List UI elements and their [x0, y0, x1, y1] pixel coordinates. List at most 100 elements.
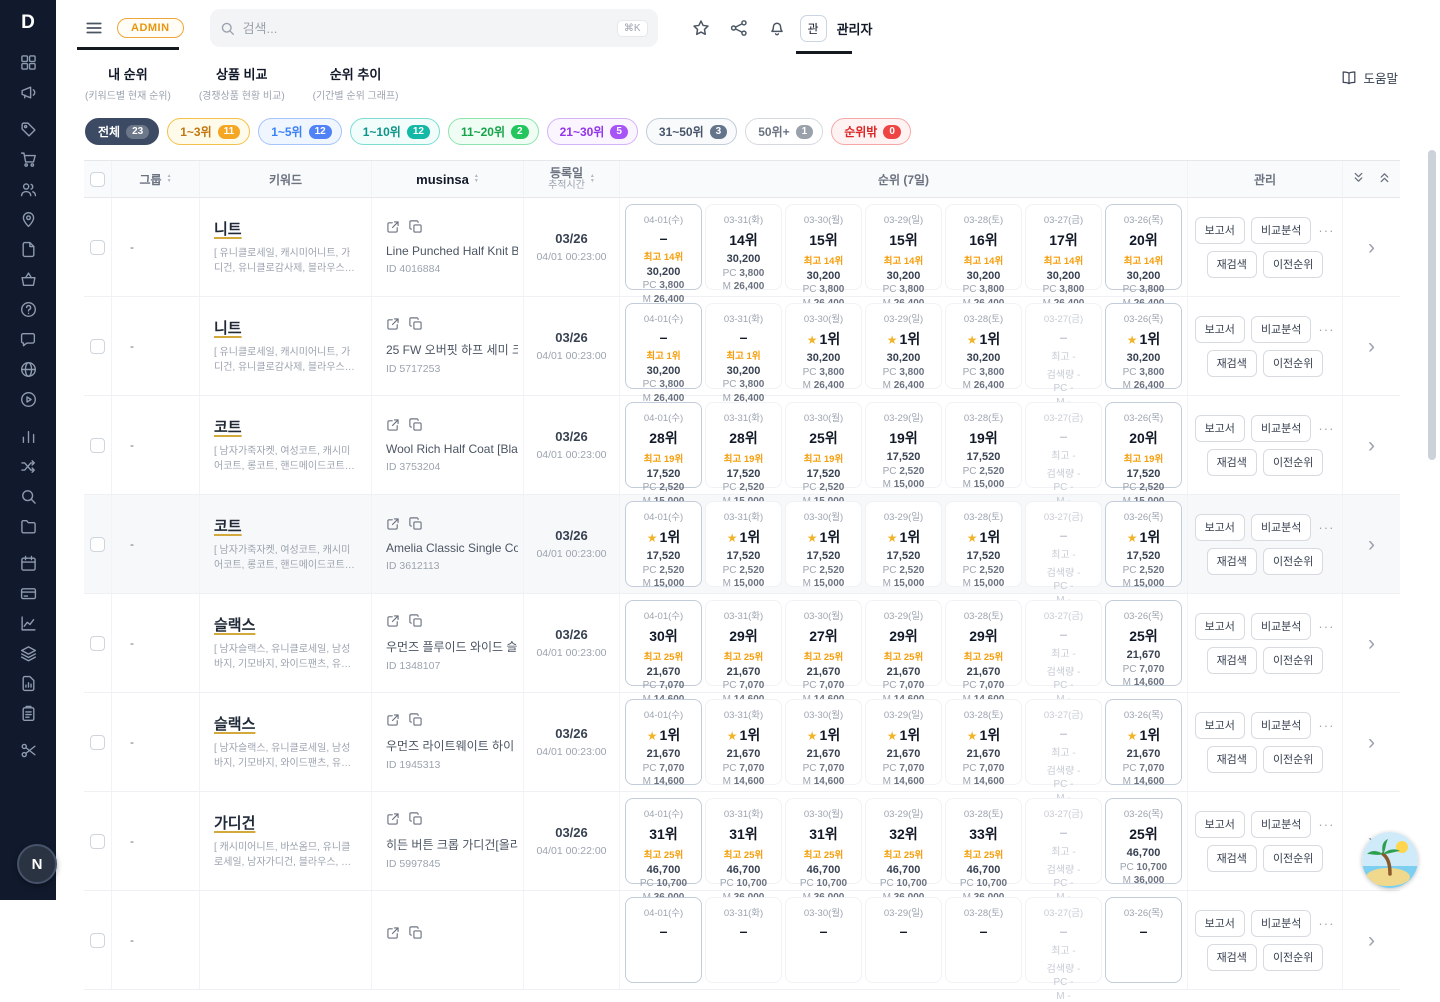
- compare-button[interactable]: 비교분석: [1251, 811, 1311, 838]
- report-button[interactable]: 보고서: [1195, 217, 1245, 244]
- report-button[interactable]: 보고서: [1195, 613, 1245, 640]
- rank-cell[interactable]: 03-31(화)31위최고 25위46,700PC 10,700M 36,000: [705, 798, 782, 884]
- tab-2[interactable]: 상품 비교(경쟁상품 현황 비교): [199, 64, 285, 102]
- more-button[interactable]: ···: [1317, 322, 1335, 337]
- sidebar-item-layers[interactable]: [11, 641, 45, 666]
- compare-button[interactable]: 비교분석: [1251, 415, 1311, 442]
- row-expand-chevron[interactable]: ›: [1368, 930, 1375, 951]
- user-menu[interactable]: 관 관리자: [800, 15, 873, 42]
- rank-cell[interactable]: 03-27(금)–최고 -검색량 -PC -M -: [1025, 699, 1102, 785]
- sidebar-item-calendar[interactable]: [11, 551, 45, 576]
- prev-rank-button[interactable]: 이전순위: [1263, 548, 1323, 575]
- sidebar-item-line-chart[interactable]: [11, 611, 45, 636]
- sidebar-item-promotion-tag[interactable]: [11, 117, 45, 142]
- more-button[interactable]: ···: [1317, 718, 1335, 733]
- sidebar-item-folder[interactable]: [11, 514, 45, 539]
- report-button[interactable]: 보고서: [1195, 415, 1245, 442]
- copy-icon[interactable]: [409, 418, 423, 435]
- prev-rank-button[interactable]: 이전순위: [1263, 746, 1323, 773]
- copy-icon[interactable]: [409, 317, 423, 334]
- sidebar-item-globe[interactable]: [11, 357, 45, 382]
- copy-icon[interactable]: [409, 517, 423, 534]
- sidebar-item-play[interactable]: [11, 387, 45, 412]
- external-link-icon[interactable]: [386, 418, 400, 435]
- app-logo[interactable]: D: [21, 12, 35, 34]
- copy-icon[interactable]: [409, 614, 423, 631]
- filter-chip-9[interactable]: 순위밖0: [831, 118, 911, 145]
- more-button[interactable]: ···: [1317, 916, 1335, 931]
- recheck-button[interactable]: 재검색: [1207, 845, 1257, 872]
- row-checkbox[interactable]: [90, 438, 105, 453]
- palm-widget[interactable]: [1362, 832, 1418, 888]
- rank-cell[interactable]: 03-31(화)–최고 1위30,200PC 3,800M 26,400: [705, 303, 782, 389]
- report-button[interactable]: 보고서: [1195, 910, 1245, 937]
- keyword-column-header[interactable]: 키워드: [269, 171, 302, 188]
- rank-cell[interactable]: 03-27(금)–최고 -검색량 -PC -M -: [1025, 600, 1102, 686]
- regdate-column-header[interactable]: 등록일: [550, 166, 583, 180]
- rank-cell[interactable]: 03-29(일)32위최고 25위46,700PC 10,700M 36,000: [865, 798, 942, 884]
- rank-cell[interactable]: 03-30(월)★1위17,520PC 2,520M 15,000: [785, 501, 862, 587]
- sidebar-item-order-basket[interactable]: [11, 267, 45, 292]
- rank-cell[interactable]: 03-26(목)–: [1105, 897, 1182, 983]
- filter-chip-7[interactable]: 31~50위3: [646, 118, 737, 145]
- rank-cell[interactable]: 04-01(수)31위최고 25위46,700PC 10,700M 36,000: [625, 798, 702, 884]
- rank-cell[interactable]: 03-31(화)28위최고 19위17,520PC 2,520M 15,000: [705, 402, 782, 488]
- prev-rank-button[interactable]: 이전순위: [1263, 350, 1323, 377]
- filter-chip-5[interactable]: 11~20위2: [448, 118, 539, 145]
- help-button[interactable]: 도움말: [1341, 68, 1398, 87]
- rank-cell[interactable]: 04-01(수)30위최고 25위21,670PC 7,070M 14,600: [625, 600, 702, 686]
- rank-cell[interactable]: 03-31(화)★1위21,670PC 7,070M 14,600: [705, 699, 782, 785]
- rank-cell[interactable]: 04-01(수)★1위21,670PC 7,070M 14,600: [625, 699, 702, 785]
- compare-button[interactable]: 비교분석: [1251, 316, 1311, 343]
- sidebar-item-shuffle[interactable]: [11, 454, 45, 479]
- prev-rank-button[interactable]: 이전순위: [1263, 449, 1323, 476]
- sort-icon[interactable]: ▲▼: [167, 174, 172, 184]
- rank-cell[interactable]: 03-30(월)★1위30,200PC 3,800M 26,400: [785, 303, 862, 389]
- sidebar-item-help-circle[interactable]: [11, 297, 45, 322]
- row-checkbox[interactable]: [90, 537, 105, 552]
- rank-cell[interactable]: 04-01(수)–최고 14위30,200PC 3,800M 26,400: [625, 204, 702, 290]
- sidebar-item-shopping-cart[interactable]: [11, 147, 45, 172]
- rank-cell[interactable]: 03-29(일)★1위17,520PC 2,520M 15,000: [865, 501, 942, 587]
- sidebar-item-card[interactable]: [11, 581, 45, 606]
- search-input[interactable]: [243, 21, 609, 36]
- row-checkbox[interactable]: [90, 735, 105, 750]
- sidebar-item-document[interactable]: [11, 237, 45, 262]
- compare-button[interactable]: 비교분석: [1251, 712, 1311, 739]
- more-button[interactable]: ···: [1317, 817, 1335, 832]
- sidebar-item-megaphone[interactable]: [11, 80, 45, 105]
- rank-cell[interactable]: 03-30(월)–: [785, 897, 862, 983]
- keyword-link[interactable]: 슬랙스: [214, 713, 255, 734]
- rank-cell[interactable]: 04-01(수)–최고 1위30,200PC 3,800M 26,400: [625, 303, 702, 389]
- row-checkbox[interactable]: [90, 636, 105, 651]
- prev-rank-button[interactable]: 이전순위: [1263, 845, 1323, 872]
- search-box[interactable]: ⌘K: [210, 9, 658, 47]
- rank-cell[interactable]: 03-26(목)25위46,700PC 10,700M 36,000: [1105, 798, 1182, 884]
- report-button[interactable]: 보고서: [1195, 811, 1245, 838]
- sidebar-item-scissors[interactable]: [11, 738, 45, 763]
- rank-cell[interactable]: 04-01(수)–: [625, 897, 702, 983]
- rank-cell[interactable]: 03-29(일)★1위30,200PC 3,800M 26,400: [865, 303, 942, 389]
- tab-1[interactable]: 내 순위(키워드별 현재 순위): [85, 64, 171, 102]
- filter-chip-2[interactable]: 1~3위11: [167, 118, 250, 145]
- expand-all-icon[interactable]: [1374, 171, 1395, 187]
- rank-cell[interactable]: 03-30(월)15위최고 14위30,200PC 3,800M 26,400: [785, 204, 862, 290]
- filter-chip-1[interactable]: 전체23: [85, 118, 159, 145]
- row-expand-chevron[interactable]: ›: [1368, 732, 1375, 753]
- rank-cell[interactable]: 03-27(금)–최고 -검색량 -PC -M -: [1025, 501, 1102, 587]
- copy-icon[interactable]: [409, 713, 423, 730]
- recheck-button[interactable]: 재검색: [1207, 944, 1257, 971]
- rank-cell[interactable]: 03-28(토)★1위21,670PC 7,070M 14,600: [945, 699, 1022, 785]
- filter-chip-4[interactable]: 1~10위12: [350, 118, 440, 145]
- sort-icon[interactable]: ▲▼: [590, 174, 595, 184]
- prev-rank-button[interactable]: 이전순위: [1263, 251, 1323, 278]
- sidebar-item-clipboard[interactable]: [11, 701, 45, 726]
- rank-cell[interactable]: 03-29(일)15위최고 14위30,200PC 3,800M 26,400: [865, 204, 942, 290]
- rank-cell[interactable]: 03-26(목)★1위30,200PC 3,800M 26,400: [1105, 303, 1182, 389]
- collapse-all-icon[interactable]: [1348, 171, 1369, 187]
- recheck-button[interactable]: 재검색: [1207, 449, 1257, 476]
- more-button[interactable]: ···: [1317, 619, 1335, 634]
- more-button[interactable]: ···: [1317, 421, 1335, 436]
- recheck-button[interactable]: 재검색: [1207, 746, 1257, 773]
- rank-cell[interactable]: 03-30(월)31위최고 25위46,700PC 10,700M 36,000: [785, 798, 862, 884]
